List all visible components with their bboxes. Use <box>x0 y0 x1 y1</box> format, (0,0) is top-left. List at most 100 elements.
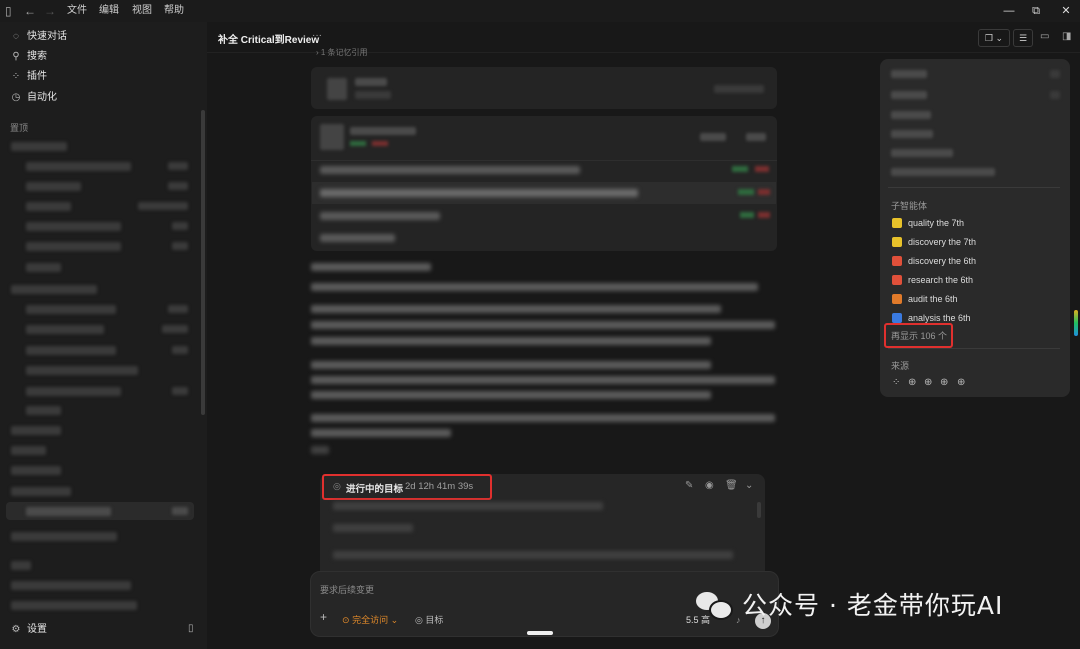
chat-bubble-icon: ◌ <box>13 31 19 42</box>
changed-file-row[interactable] <box>320 166 580 174</box>
sidebar-toggle-icon[interactable]: ▯ <box>5 3 12 19</box>
changed-file-row <box>320 189 638 197</box>
goal-scrollbar[interactable] <box>757 502 761 518</box>
blurred-project[interactable] <box>11 601 137 610</box>
blurred-thread[interactable] <box>26 387 121 396</box>
panel-toggle-icon[interactable]: ◨ <box>1062 31 1071 42</box>
goal-button-label: 目标 <box>425 615 444 625</box>
sidebar-scrollbar[interactable] <box>201 110 205 415</box>
sidebar-item-automation[interactable]: ◷ 自动化 <box>10 89 57 107</box>
more-options-icon[interactable]: ··· <box>312 30 322 41</box>
cube-icon: ❒ <box>984 33 993 43</box>
blurred-text <box>891 111 931 119</box>
blurred-thread[interactable] <box>26 366 138 375</box>
blurred-thread[interactable] <box>26 263 61 272</box>
settings-label: 设置 <box>27 624 47 635</box>
menu-help[interactable]: 帮助 <box>164 4 184 18</box>
gear-icon: ⚙ <box>11 624 21 635</box>
blurred-text <box>891 149 953 157</box>
sidebar-item-plugins[interactable]: ⁘ 插件 <box>10 68 47 86</box>
blurred-project[interactable] <box>11 581 131 590</box>
sidebar-item-label: 快速对话 <box>27 31 67 42</box>
pause-icon[interactable]: ◉ <box>705 480 714 491</box>
blurred-thread[interactable] <box>26 406 61 415</box>
memory-reference-toggle[interactable]: › 1 条记忆引用 <box>316 47 368 58</box>
restore-icon[interactable]: ⧉ <box>1026 3 1046 19</box>
blurred-project[interactable] <box>11 142 67 151</box>
edit-icon[interactable]: ✎ <box>685 480 693 491</box>
grid-icon[interactable]: ⁘ <box>892 377 900 388</box>
blurred-thread[interactable] <box>26 325 104 334</box>
agent-row[interactable]: research the 6th <box>892 273 973 287</box>
settings-button[interactable]: ⚙ 设置 <box>10 621 47 639</box>
blurred-project[interactable] <box>11 446 46 455</box>
forward-arrow-icon[interactable]: → <box>44 3 56 19</box>
access-mode-dropdown[interactable]: ⊙ 完全访问 ⌄ <box>342 614 398 626</box>
agent-avatar-icon <box>892 256 902 266</box>
blurred-thread[interactable] <box>26 162 131 171</box>
agent-name: quality the 7th <box>908 218 965 228</box>
agent-row[interactable]: audit the 6th <box>892 292 958 306</box>
agent-row[interactable]: quality the 7th <box>892 216 964 230</box>
close-icon[interactable]: ✕ <box>1056 3 1076 19</box>
menu-edit[interactable]: 编辑 <box>99 4 119 18</box>
blurred-thread[interactable] <box>26 346 116 355</box>
plus-icon[interactable]: + <box>320 611 327 623</box>
sidebar-item-search[interactable]: ⚲ 搜索 <box>10 48 47 66</box>
globe-icon[interactable]: ⊕ <box>940 377 948 388</box>
globe-icon[interactable]: ⊕ <box>908 377 916 388</box>
blurred-project[interactable] <box>11 426 61 435</box>
terminal-icon[interactable]: ▭ <box>1040 31 1049 42</box>
back-arrow-icon[interactable]: ← <box>24 3 36 19</box>
diff-toggle[interactable]: ☰ <box>1013 29 1033 47</box>
agent-row[interactable]: discovery the 6th <box>892 254 976 268</box>
minimize-icon[interactable]: — <box>999 3 1019 19</box>
agent-avatar-icon <box>892 275 902 285</box>
globe-icon[interactable]: ⊕ <box>924 377 932 388</box>
show-more-agents-link[interactable]: 再显示 106 个 <box>891 329 947 342</box>
blurred-meta <box>162 325 188 333</box>
changed-file-row[interactable] <box>320 234 395 242</box>
blurred-thread[interactable] <box>26 222 121 231</box>
blurred-meta <box>172 242 188 250</box>
changed-file-row[interactable] <box>320 212 440 220</box>
divider <box>888 348 1060 349</box>
goal-button[interactable]: ◎ 目标 <box>415 614 443 626</box>
globe-icon[interactable]: ⊕ <box>957 377 965 388</box>
blurred-project[interactable] <box>11 532 117 541</box>
blurred-text <box>355 78 387 86</box>
phone-icon[interactable]: ▯ <box>188 623 194 634</box>
deletions-badge <box>755 166 769 172</box>
menu-file[interactable]: 文件 <box>67 4 87 18</box>
sidebar-item-quick-chat[interactable]: ◌ 快速对话 <box>10 28 67 46</box>
list-icon: ☰ <box>1018 33 1028 43</box>
menu-view[interactable]: 视图 <box>132 4 152 18</box>
message-heading <box>311 263 431 271</box>
blurred-project[interactable] <box>11 487 71 496</box>
sidebar-item-label: 自动化 <box>27 92 57 103</box>
sidebar <box>0 22 207 649</box>
agent-row[interactable]: discovery the 7th <box>892 235 976 249</box>
message-line <box>311 414 775 422</box>
watermark-text: 公众号 · 老金带你玩AI <box>742 591 1004 620</box>
blurred-project[interactable] <box>11 466 61 475</box>
chevron-down-icon: ⌄ <box>995 33 1004 43</box>
goal-description-line <box>333 524 413 532</box>
blurred-thread[interactable] <box>26 242 121 251</box>
message-line <box>311 321 775 329</box>
blurred-project[interactable] <box>11 285 97 294</box>
agent-name: audit the 6th <box>908 294 958 304</box>
blurred-thread[interactable] <box>26 182 81 191</box>
blurred-thread[interactable] <box>26 202 71 211</box>
blurred-project[interactable] <box>11 561 31 570</box>
trash-icon[interactable]: 🗑 <box>725 480 738 491</box>
composer-input[interactable]: 要求后续变更 <box>320 583 374 596</box>
open-in-dropdown[interactable]: ❒ ⌄ <box>978 29 1010 47</box>
blurred-meta <box>168 162 188 170</box>
file-card[interactable] <box>311 67 777 109</box>
warning-icon: ⊙ <box>342 615 350 625</box>
message-line <box>311 391 711 399</box>
chevron-down-icon[interactable]: ⌄ <box>745 480 753 491</box>
blurred-thread[interactable] <box>26 305 116 314</box>
agent-name: discovery the 6th <box>908 256 977 266</box>
